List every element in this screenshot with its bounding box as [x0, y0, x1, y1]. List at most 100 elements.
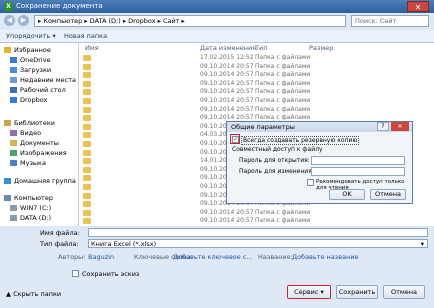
drive-icon	[10, 205, 17, 211]
folder-icon	[83, 141, 91, 147]
excel-icon: X	[4, 2, 13, 11]
filename-label: Имя файла:	[40, 229, 80, 237]
open-password-label: Пароль для открытия:	[239, 157, 310, 164]
service-button[interactable]: Сервис ▾	[287, 285, 331, 299]
type-cell: Папка с файлами	[255, 54, 311, 61]
download-icon	[10, 67, 17, 73]
readonly-checkbox[interactable]	[307, 179, 314, 186]
date-cell: 09.10.2014 20:57	[200, 105, 254, 113]
navigation-pane: Избранное OneDrive Загрузки Недавние мес…	[0, 43, 79, 226]
nav-recent[interactable]: Недавние места	[10, 76, 78, 85]
date-cell: 09.10.2014 20:57	[200, 88, 254, 96]
folder-icon	[83, 89, 91, 96]
save-button[interactable]: Сохранить	[336, 285, 378, 299]
folder-icon	[83, 63, 91, 70]
backup-checkbox[interactable]: ✓	[232, 136, 239, 143]
modify-password-label: Пароль для изменения:	[239, 168, 314, 175]
nav-drive-c[interactable]: WIN7 (C:)	[10, 204, 78, 213]
folder-icon	[83, 218, 91, 225]
images-icon	[10, 150, 17, 156]
authors-value[interactable]: Baguzin	[88, 253, 114, 261]
type-cell: Папка с файлами	[255, 62, 311, 70]
column-type[interactable]: Тип	[255, 44, 267, 52]
toolbar: Упорядочить ▾ Новая папка	[0, 30, 434, 43]
type-cell: Папка с файлами	[255, 79, 311, 87]
nav-images[interactable]: Изображения	[10, 149, 78, 158]
keywords-value[interactable]: Добавьте ключевое с...	[173, 253, 253, 261]
dialog-close-button[interactable]: ✕	[391, 122, 409, 131]
title-meta-label: Название:	[258, 253, 293, 261]
title-meta-value[interactable]: Добавьте название	[292, 253, 359, 261]
type-cell: Папка с файлами	[255, 105, 311, 113]
music-icon	[10, 160, 17, 166]
desktop-icon	[10, 87, 17, 93]
thumbnail-label: Сохранить эскиз	[82, 270, 140, 278]
new-folder-button[interactable]: Новая папка	[64, 32, 107, 40]
general-options-dialog: Общие параметры ? ✕ ✓ Всегда создавать р…	[226, 121, 413, 204]
column-date[interactable]: Дата изменения	[200, 44, 256, 52]
nav-drive-d[interactable]: DATA (D:)	[10, 214, 78, 223]
nav-libraries[interactable]: Библиотеки	[4, 119, 78, 128]
nav-dropbox[interactable]: Dropbox	[10, 96, 78, 105]
dropbox-icon	[10, 97, 17, 103]
nav-downloads[interactable]: Загрузки	[10, 66, 78, 75]
dialog-cancel-button[interactable]: Отмена	[370, 189, 406, 200]
help-button[interactable]: ?	[377, 122, 389, 131]
folder-icon	[83, 209, 91, 216]
folder-icon	[83, 192, 91, 199]
folder-icon	[83, 80, 91, 87]
nav-video[interactable]: Видео	[10, 129, 78, 138]
forward-button[interactable]: ▶	[18, 15, 29, 26]
search-input[interactable]: Поиск: Сайт	[351, 15, 429, 27]
chevron-down-icon: ▾	[420, 240, 424, 248]
date-cell: 09.10.2014 20:57	[200, 208, 254, 216]
modify-password-input[interactable]	[311, 167, 405, 176]
folder-icon	[83, 201, 91, 208]
close-window-button[interactable]: ✕	[407, 1, 429, 12]
type-cell: Папка с файлами	[255, 97, 311, 104]
nav-favorites[interactable]: Избранное	[4, 46, 78, 55]
date-cell: 09.10.2014 20:57	[200, 97, 254, 104]
column-name[interactable]: Имя	[85, 44, 99, 52]
open-password-input[interactable]	[311, 156, 405, 165]
hide-folders-link[interactable]: ▲ Скрыть папки	[6, 290, 61, 298]
column-size[interactable]: Размер	[309, 44, 333, 52]
save-form: Имя файла: Тип файла: Книга Excel (*.xls…	[0, 226, 434, 308]
address-bar[interactable]: ▸ Компьютер ▸ DATA (D:) ▸ Dropbox ▸ Сайт…	[34, 15, 346, 27]
organize-menu[interactable]: Упорядочить ▾	[6, 32, 56, 40]
star-icon	[4, 47, 11, 53]
back-button[interactable]: ◀	[4, 15, 15, 26]
folder-icon	[83, 149, 91, 156]
backup-label: Всегда создавать резервную копию	[241, 136, 360, 145]
filetype-select[interactable]: Книга Excel (*.xlsx) ▾	[88, 239, 428, 248]
nav-desktop[interactable]: Рабочий стол	[10, 86, 78, 95]
folder-icon	[83, 166, 91, 173]
folder-icon	[83, 175, 91, 182]
type-cell: Папка с файлами	[255, 208, 311, 216]
nav-onedrive[interactable]: OneDrive	[10, 56, 78, 65]
dialog-title-bar: Общие параметры ? ✕	[227, 122, 412, 132]
table-row[interactable]: 09.10.2014 20:57Папка с файлами	[79, 216, 434, 225]
date-cell: 09.10.2014 20:57	[200, 71, 254, 79]
nav-computer[interactable]: Компьютер	[4, 194, 78, 203]
folder-icon	[83, 55, 91, 61]
date-cell: 09.10.2014 20:57	[200, 217, 254, 225]
type-cell: Папка с файлами	[255, 71, 311, 79]
nav-music[interactable]: Музыка	[10, 159, 78, 168]
sharing-label: Совместный доступ к файлу	[232, 146, 323, 153]
computer-icon	[4, 195, 11, 201]
cancel-button[interactable]: Отмена	[383, 285, 425, 299]
type-cell: Папка с файлами	[255, 217, 311, 225]
folder-icon	[83, 158, 91, 165]
dialog-ok-button[interactable]: OK	[329, 189, 365, 200]
filename-input[interactable]	[88, 228, 428, 237]
nav-documents[interactable]: Документы	[10, 139, 78, 148]
folder-icon	[83, 72, 91, 79]
thumbnail-checkbox[interactable]	[72, 270, 79, 277]
authors-label: Авторы:	[58, 253, 86, 261]
type-cell: Папка с файлами	[255, 88, 311, 96]
date-cell: 09.10.2014 20:57	[200, 62, 254, 70]
title-bar: X Сохранение документа ✕	[0, 0, 434, 13]
nav-homegroup[interactable]: Домашняя группа	[4, 177, 78, 186]
cloud-icon	[10, 57, 17, 63]
